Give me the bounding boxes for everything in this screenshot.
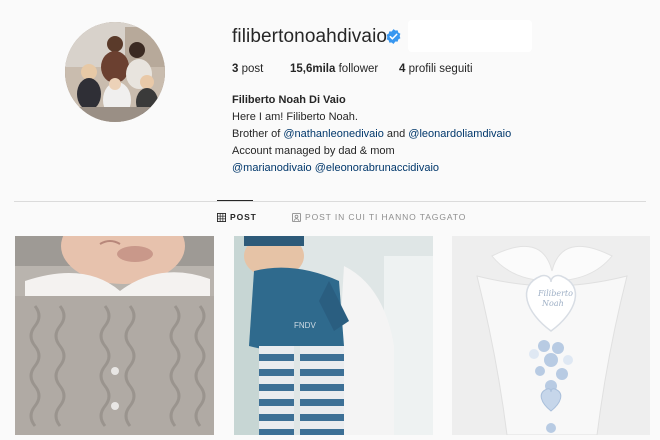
bio-line-4: @marianodivaio @eleonorabrunaccidivaio <box>232 160 511 177</box>
bio-line-2: Brother of @nathanleonedivaio and @leona… <box>232 126 511 143</box>
stat-followers[interactable]: 15,6mila follower <box>290 63 378 75</box>
profile-bio: Filiberto Noah Di Vaio Here I am! Filibe… <box>232 92 511 177</box>
bio-line-2-prefix: Brother of <box>232 128 284 140</box>
tab-posts[interactable]: POST <box>217 212 257 222</box>
svg-text:Filiberto: Filiberto <box>537 289 573 298</box>
profile-full-name: Filiberto Noah Di Vaio <box>232 94 346 106</box>
svg-text:FNDV: FNDV <box>294 321 316 330</box>
profile-username: filibertonoahdivaio <box>232 26 388 47</box>
mention-link-nathan[interactable]: @nathanleonedivaio <box>283 128 383 140</box>
post-2-image: FNDV <box>234 236 433 435</box>
post-thumbnail-2[interactable]: FNDV <box>234 236 433 435</box>
mention-link-mariano[interactable]: @marianodivaio <box>232 162 312 174</box>
tab-tagged-label: POST IN CUI TI HANNO TAGGATO <box>305 212 467 222</box>
active-tab-indicator <box>217 200 253 201</box>
bio-line-1: Here I am! Filiberto Noah. <box>232 111 358 123</box>
avatar-image <box>65 22 165 122</box>
mention-link-leonardo[interactable]: @leonardoliamdivaio <box>408 128 511 140</box>
following-label: profili seguiti <box>408 63 473 75</box>
mention-link-eleonora[interactable]: @eleonorabrunaccidivaio <box>315 162 439 174</box>
grid-icon <box>217 212 226 222</box>
action-buttons-area[interactable] <box>408 20 532 52</box>
bio-line-3: Account managed by dad & mom <box>232 145 395 157</box>
posts-count: 3 <box>232 63 239 75</box>
post-thumbnail-1[interactable] <box>15 236 214 435</box>
stat-posts: 3 post <box>232 63 263 75</box>
bio-line-2-mid: and <box>383 128 409 140</box>
tab-posts-label: POST <box>230 212 257 222</box>
tab-tagged[interactable]: POST IN CUI TI HANNO TAGGATO <box>292 212 466 222</box>
post-thumbnail-3[interactable]: Filiberto Noah <box>452 236 650 435</box>
profile-avatar[interactable] <box>65 22 165 122</box>
verified-badge-icon <box>386 29 401 44</box>
post-1-image <box>15 236 214 435</box>
stat-following[interactable]: 4 profili seguiti <box>399 63 473 75</box>
followers-count: 15,6mila <box>290 63 336 75</box>
posts-label: post <box>241 63 264 75</box>
following-count: 4 <box>399 63 406 75</box>
post-3-image: Filiberto Noah <box>452 236 650 435</box>
svg-text:Noah: Noah <box>541 299 564 308</box>
followers-label: follower <box>338 63 379 75</box>
tabs-divider <box>14 201 646 202</box>
tagged-user-icon <box>292 212 301 222</box>
